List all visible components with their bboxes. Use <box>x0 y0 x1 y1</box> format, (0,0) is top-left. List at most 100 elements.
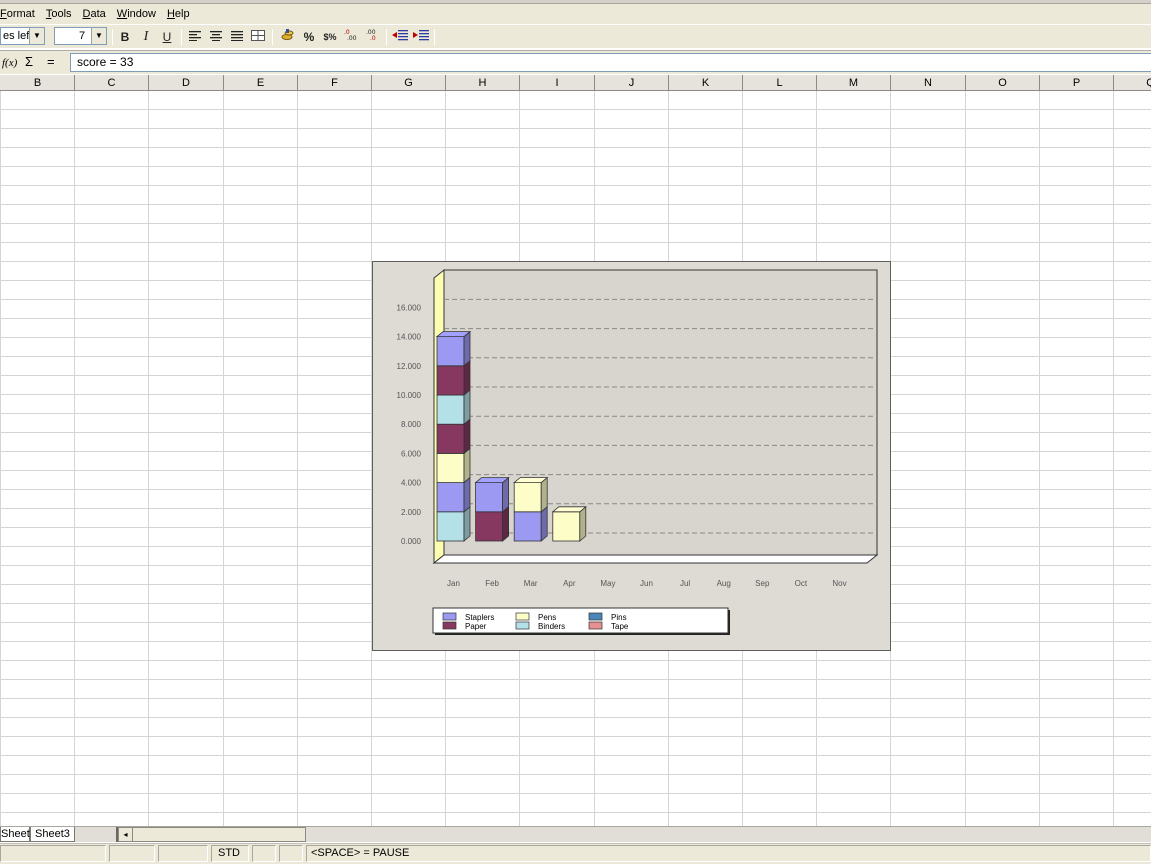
font-size-value: 7 <box>79 30 86 42</box>
font-name-value: es left <box>3 30 33 42</box>
menu-bar: Format Tools Data Window Help <box>0 4 1151 24</box>
x-tick-label: May <box>600 579 615 588</box>
delete-decimal-button[interactable]: .00.0 <box>362 28 382 46</box>
percent-format-button[interactable]: % <box>299 28 319 46</box>
column-header-g[interactable]: G <box>372 75 446 90</box>
column-header-p[interactable]: P <box>1040 75 1114 90</box>
function-wizard-button[interactable]: f(x) <box>2 57 17 69</box>
bar-segment <box>436 365 465 396</box>
legend-swatch <box>588 621 603 630</box>
merge-cells-icon <box>251 30 265 41</box>
align-left-button[interactable] <box>185 28 205 46</box>
status-cell <box>279 845 303 862</box>
merge-cells-button[interactable] <box>248 28 268 46</box>
status-message: <SPACE> = PAUSE <box>306 845 1151 862</box>
column-header-n[interactable]: N <box>891 75 966 90</box>
column-header-c[interactable]: C <box>75 75 149 90</box>
stacked-bar-chart: 0.000 2.000 4.000 6.000 8.000 10.000 12.000 14.… <box>397 268 879 635</box>
column-header-l[interactable]: L <box>743 75 817 90</box>
bar-top <box>474 477 510 484</box>
column-header-d[interactable]: D <box>149 75 224 90</box>
x-tick-label: Feb <box>485 579 499 588</box>
y-tick-label: 16.000 <box>397 303 422 312</box>
horizontal-scrollbar[interactable]: ◂ <box>118 827 306 842</box>
font-name-combo[interactable]: es left ▼ <box>0 27 45 45</box>
italic-button[interactable]: I <box>136 28 156 46</box>
x-tick-label: Apr <box>563 579 576 588</box>
bar-segment-side <box>463 418 471 455</box>
column-header-k[interactable]: K <box>669 75 743 90</box>
underline-button[interactable]: U <box>157 28 177 46</box>
delete-decimal-icon: .00.0 <box>366 29 376 42</box>
menu-accelerator: W <box>116 8 128 20</box>
column-header-j[interactable]: J <box>595 75 669 90</box>
chevron-down-icon[interactable]: ▼ <box>29 28 44 44</box>
formatting-toolbar: es left ▼ 7 ▼ B I U % $% .0.00 .00.0 <box>0 24 1151 48</box>
standard-format-button[interactable]: $% <box>320 28 340 46</box>
menu-data[interactable]: Data <box>77 4 111 24</box>
decrease-indent-button[interactable] <box>390 28 410 46</box>
menu-label: ata <box>90 8 106 20</box>
bar-segment <box>436 482 465 513</box>
bar-segment-side <box>540 505 548 542</box>
increase-indent-icon <box>413 30 429 41</box>
bar-segment <box>436 394 465 425</box>
sheet-tab-sheet2[interactable]: Sheet2 <box>0 827 36 842</box>
menu-help[interactable]: Help <box>161 4 195 24</box>
y-tick-label: 0.000 <box>401 537 422 546</box>
column-header-i[interactable]: I <box>520 75 595 90</box>
column-header-q[interactable]: Q <box>1114 75 1151 90</box>
grid-column-line <box>297 91 298 826</box>
status-cell <box>252 845 276 862</box>
menu-tools[interactable]: Tools <box>40 4 77 24</box>
bar-segment-side <box>463 330 471 367</box>
bar-top <box>551 506 587 513</box>
column-header-o[interactable]: O <box>966 75 1040 90</box>
bar-segment-side <box>463 447 471 484</box>
font-size-combo[interactable]: 7 ▼ <box>54 27 107 45</box>
bar-segment-side <box>463 359 471 396</box>
justify-button[interactable] <box>227 28 247 46</box>
toolbar-separator <box>434 29 435 45</box>
bar-segment-side <box>502 505 510 542</box>
status-bar: STD <SPACE> = PAUSE <box>0 843 1151 864</box>
sheet-tab-bar: Sheet2 Sheet3 ◂ <box>0 826 1151 842</box>
add-decimal-button[interactable]: .0.00 <box>341 28 361 46</box>
legend-label: Pens <box>538 613 556 622</box>
grid-column-line <box>1039 91 1040 826</box>
formula-input[interactable]: score = 33 <box>70 53 1151 72</box>
column-header-m[interactable]: M <box>817 75 891 90</box>
sheet-tab-sheet3[interactable]: Sheet3 <box>30 827 75 842</box>
bold-button[interactable]: B <box>115 28 135 46</box>
column-header-h[interactable]: H <box>446 75 520 90</box>
plot-floor <box>432 554 879 564</box>
sum-button[interactable]: Σ <box>25 54 33 69</box>
bar-segment <box>513 482 542 513</box>
currency-format-button[interactable] <box>278 28 298 46</box>
column-header-b[interactable]: B <box>1 75 75 90</box>
menu-window[interactable]: Window <box>111 4 161 24</box>
align-center-button[interactable] <box>206 28 226 46</box>
chart-object[interactable]: 0.000 2.000 4.000 6.000 8.000 10.000 12.000 14.… <box>372 261 891 651</box>
menu-accelerator: D <box>82 8 91 20</box>
x-tick-label: Aug <box>717 579 731 588</box>
toolbar-separator <box>112 29 113 45</box>
formula-button[interactable]: = <box>47 54 55 69</box>
increase-indent-button[interactable] <box>411 28 431 46</box>
coins-icon <box>281 29 294 40</box>
align-left-icon <box>189 31 201 41</box>
x-tick-label: Jul <box>680 579 690 588</box>
menu-format[interactable]: Format <box>0 4 40 24</box>
align-center-icon <box>210 31 222 41</box>
column-header-f[interactable]: F <box>298 75 372 90</box>
scroll-left-icon[interactable]: ◂ <box>119 828 133 841</box>
justify-icon <box>231 31 243 41</box>
formula-bar: f(x) Σ = score = 33 <box>0 50 1151 74</box>
column-header-e[interactable]: E <box>224 75 298 90</box>
grid-column-line <box>223 91 224 826</box>
y-tick-label: 8.000 <box>401 420 422 429</box>
chevron-down-icon[interactable]: ▼ <box>91 28 106 44</box>
bar-segment <box>475 511 503 542</box>
y-tick-label: 10.000 <box>397 391 422 400</box>
status-cell <box>158 845 208 862</box>
